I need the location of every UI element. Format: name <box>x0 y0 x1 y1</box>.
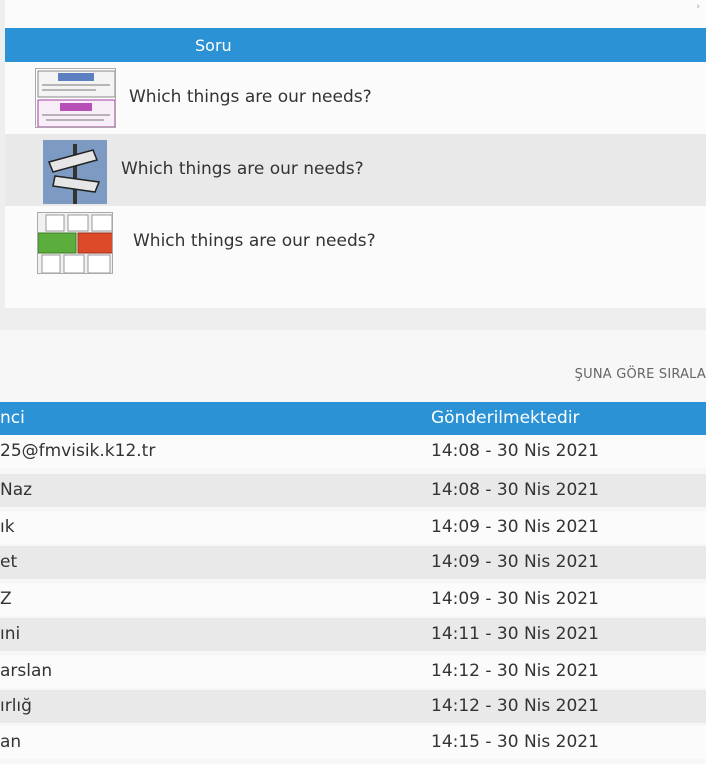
table-row[interactable]: Naz 14:08 - 30 Nis 2021 <box>0 474 706 507</box>
sent-time: 14:12 - 30 Nis 2021 <box>431 661 599 681</box>
table-row[interactable]: 25@fmvisik.k12.tr 14:08 - 30 Nis 2021 <box>0 435 706 468</box>
needs-wants-sign-icon <box>43 140 107 204</box>
student-name: ıni <box>0 624 21 644</box>
question-row[interactable]: Which things are our needs? <box>5 62 706 134</box>
sent-time: 14:09 - 30 Nis 2021 <box>431 517 599 537</box>
table-row[interactable]: Z 14:09 - 30 Nis 2021 <box>0 583 706 616</box>
needs-chart-icon <box>35 68 116 128</box>
scroll-indicator: › <box>696 2 700 12</box>
table-row[interactable]: et 14:09 - 30 Nis 2021 <box>0 546 706 579</box>
student-name: ırlığ <box>0 696 32 716</box>
question-row[interactable]: Which things are our needs? <box>5 206 706 278</box>
questions-panel: › Soru Which things are our needs? Which… <box>0 0 706 312</box>
question-row[interactable]: Which things are our needs? <box>5 134 706 206</box>
table-row[interactable]: an 14:15 - 30 Nis 2021 <box>0 726 706 759</box>
sent-time: 14:12 - 30 Nis 2021 <box>431 696 599 716</box>
table-row[interactable]: arslan 14:12 - 30 Nis 2021 <box>0 655 706 688</box>
student-name: Naz <box>0 480 33 500</box>
student-name: arslan <box>0 661 53 681</box>
sent-time: 14:15 - 30 Nis 2021 <box>431 732 599 752</box>
sent-time: 14:09 - 30 Nis 2021 <box>431 552 599 572</box>
table-row[interactable]: ırlığ 14:12 - 30 Nis 2021 <box>0 690 706 723</box>
student-name: et <box>0 552 18 572</box>
panel-top-strip <box>5 0 706 28</box>
questions-table-header: Soru <box>5 28 706 62</box>
table-row[interactable]: ık 14:09 - 30 Nis 2021 <box>0 511 706 544</box>
student-name: an <box>0 732 22 752</box>
question-text: Which things are our needs? <box>133 231 376 251</box>
keyboard-needs-wants-icon <box>37 212 113 274</box>
column-header-sent[interactable]: Gönderilmektedir <box>431 408 580 428</box>
column-header-student[interactable]: nci <box>0 408 25 428</box>
sent-time: 14:11 - 30 Nis 2021 <box>431 624 599 644</box>
sort-by-link[interactable]: ŞUNA GÖRE SIRALA <box>575 367 706 382</box>
questions-panel-footer <box>5 278 706 308</box>
submissions-table-header: nci Gönderilmektedir <box>0 402 706 435</box>
student-name: ık <box>0 517 15 537</box>
sent-time: 14:08 - 30 Nis 2021 <box>431 441 599 461</box>
column-header-soru: Soru <box>195 36 232 55</box>
student-name: Z <box>0 589 12 609</box>
sent-time: 14:09 - 30 Nis 2021 <box>431 589 599 609</box>
sent-time: 14:08 - 30 Nis 2021 <box>431 480 599 500</box>
question-text: Which things are our needs? <box>121 159 364 179</box>
table-row[interactable]: ıni 14:11 - 30 Nis 2021 <box>0 618 706 651</box>
student-name: 25@fmvisik.k12.tr <box>0 441 156 461</box>
question-text: Which things are our needs? <box>129 87 372 107</box>
